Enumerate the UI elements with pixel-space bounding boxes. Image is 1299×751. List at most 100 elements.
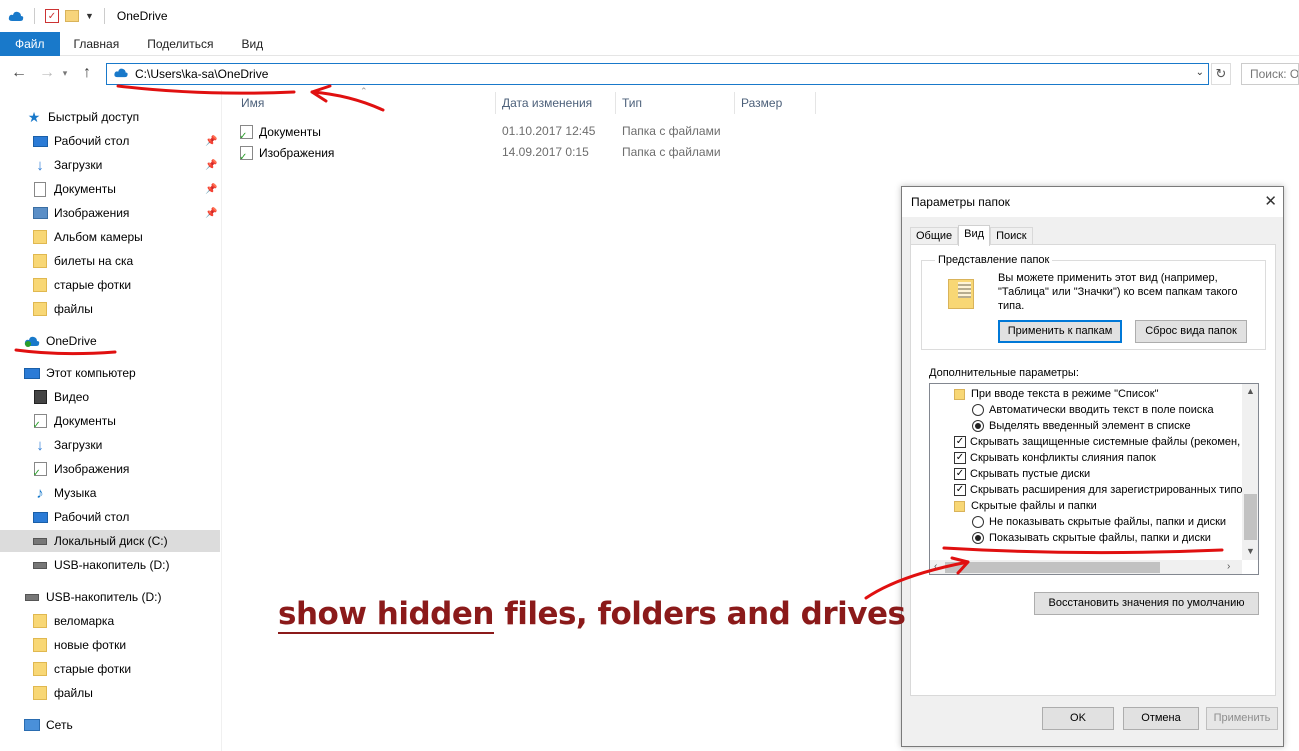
nav-usb-drive[interactable]: USB-накопитель (D:) [24,586,161,608]
file-row[interactable]: Изображения [239,142,334,163]
nav-item-folder[interactable]: билеты на ска [32,250,133,272]
nav-item-downloads[interactable]: ↓ Загрузки [32,434,102,456]
nav-item-pictures[interactable]: Изображения [32,458,129,480]
folder-icon [954,388,965,400]
scroll-left-icon[interactable]: ‹ [934,561,937,572]
customize-toolbar-icon[interactable]: ▼ [85,11,94,21]
pin-icon[interactable]: 📌 [205,136,217,147]
column-header-type[interactable]: Тип [622,92,642,114]
nav-item-folder[interactable]: файлы [32,298,93,320]
tree-radio-option[interactable]: Автоматически вводить текст в поле поиск… [972,402,1214,418]
checkbox-checked[interactable]: ✓ [954,484,966,496]
apply-button[interactable]: Применить [1206,707,1278,730]
nav-label: файлы [54,686,93,700]
radio-button-selected[interactable] [972,532,984,544]
column-header-name[interactable]: Имя [241,92,264,114]
properties-icon[interactable]: ✓ [45,9,59,23]
nav-item-pictures[interactable]: Изображения [32,202,129,224]
checkbox-checked[interactable]: ✓ [954,452,966,464]
pin-icon[interactable]: 📌 [205,160,217,171]
tree-checkbox-option[interactable]: ✓ Скрывать расширения для зарегистрирова… [954,482,1243,498]
radio-button-selected[interactable] [972,420,984,432]
pin-icon[interactable]: 📌 [205,208,217,219]
nav-label: веломарка [54,614,115,628]
refresh-icon[interactable]: ↻ [1211,63,1231,85]
nav-network[interactable]: Сеть [24,714,73,736]
nav-item-folder[interactable]: старые фотки [32,274,131,296]
nav-item-desktop[interactable]: Рабочий стол [32,130,129,152]
radio-button[interactable] [972,516,984,528]
scroll-up-icon[interactable]: ▲ [1246,386,1255,396]
onedrive-cloud-icon [113,67,129,81]
column-divider[interactable] [734,92,735,114]
nav-item-usb[interactable]: USB-накопитель (D:) [32,554,169,576]
checkbox-checked[interactable]: ✓ [954,468,966,480]
tree-label: Показывать скрытые файлы, папки и диски [989,532,1211,544]
file-name: Документы [259,124,321,139]
new-folder-icon[interactable] [65,10,79,22]
address-path[interactable]: C:\Users\ka-sa\OneDrive [135,67,268,81]
nav-item-desktop[interactable]: Рабочий стол [32,506,129,528]
tab-view[interactable]: Вид [227,32,277,56]
column-header-size[interactable]: Размер [741,92,782,114]
column-divider[interactable] [495,92,496,114]
tree-label: Скрытые файлы и папки [971,500,1097,512]
apply-to-folders-button[interactable]: Применить к папкам [998,320,1122,343]
nav-item-documents[interactable]: Документы [32,178,116,200]
cancel-button[interactable]: Отмена [1123,707,1199,730]
address-bar[interactable]: C:\Users\ka-sa\OneDrive ⌄ [106,63,1209,85]
nav-item-folder[interactable]: старые фотки [32,658,131,680]
forward-arrow-icon[interactable]: → [36,64,58,82]
tab-view[interactable]: Вид [958,225,991,246]
tree-checkbox-option[interactable]: ✓ Скрывать пустые диски [954,466,1090,482]
close-icon[interactable]: ✕ [1264,187,1277,217]
tree-radio-option[interactable]: Не показывать скрытые файлы, папки и дис… [972,514,1226,530]
nav-item-music[interactable]: ♪ Музыка [32,482,96,504]
nav-onedrive[interactable]: OneDrive [24,330,97,352]
folder-icon [954,500,965,512]
tree-checkbox-option[interactable]: ✓ Скрывать конфликты слияния папок [954,450,1156,466]
recent-locations-chevron-icon[interactable]: ▾ [58,68,72,79]
checkbox-checked[interactable]: ✓ [954,436,966,448]
vertical-scrollbar[interactable]: ▲ ▼ [1242,384,1258,560]
nav-quick-access[interactable]: ★ Быстрый доступ [26,106,139,128]
scroll-right-icon[interactable]: › [1227,561,1230,572]
radio-button[interactable] [972,404,984,416]
column-divider[interactable] [615,92,616,114]
reset-folders-button[interactable]: Сброс вида папок [1135,320,1247,343]
restore-defaults-button[interactable]: Восстановить значения по умолчанию [1034,592,1259,615]
computer-icon [24,367,40,379]
back-arrow-icon[interactable]: ← [8,64,30,82]
scrollbar-thumb[interactable] [945,562,1160,573]
nav-item-folder[interactable]: новые фотки [32,634,126,656]
pin-icon[interactable]: 📌 [205,184,217,195]
scroll-down-icon[interactable]: ▼ [1246,546,1255,556]
nav-item-folder[interactable]: файлы [32,682,93,704]
horizontal-scrollbar[interactable]: ‹ › [930,560,1242,574]
tree-radio-option[interactable]: Выделять введенный элемент в списке [972,418,1191,434]
up-arrow-icon[interactable]: ↑ [76,64,98,82]
tree-checkbox-option[interactable]: ✓ Скрывать защищенные системные файлы (р… [954,434,1240,450]
nav-item-local-disk[interactable]: Локальный диск (C:) [0,530,220,552]
onedrive-cloud-icon [8,10,24,22]
column-header-date[interactable]: Дата изменения [502,92,592,114]
tree-radio-option[interactable]: Показывать скрытые файлы, папки и диски [972,530,1211,546]
nav-item-folder[interactable]: веломарка [32,610,114,632]
nav-this-pc[interactable]: Этот компьютер [24,362,136,384]
tab-share[interactable]: Поделиться [133,32,227,56]
tab-home[interactable]: Главная [60,32,134,56]
scrollbar-thumb[interactable] [1244,494,1257,540]
address-dropdown-icon[interactable]: ⌄ [1196,67,1204,78]
tab-file[interactable]: Файл [0,32,60,56]
nav-item-camera-roll[interactable]: Альбом камеры [32,226,143,248]
nav-item-video[interactable]: Видео [32,386,89,408]
ok-button[interactable]: OK [1042,707,1114,730]
address-row: ← → ▾ ↑ C:\Users\ka-sa\OneDrive ⌄ ↻ Поис… [0,56,1299,90]
nav-item-documents[interactable]: Документы [32,410,116,432]
nav-item-downloads[interactable]: ↓ Загрузки [32,154,102,176]
file-row[interactable]: Документы [239,121,321,142]
ribbon-tabs: Файл Главная Поделиться Вид [0,32,1299,56]
tree-group: При вводе текста в режиме "Список" [954,386,1158,402]
column-divider[interactable] [815,92,816,114]
search-input[interactable]: Поиск: On [1241,63,1299,85]
